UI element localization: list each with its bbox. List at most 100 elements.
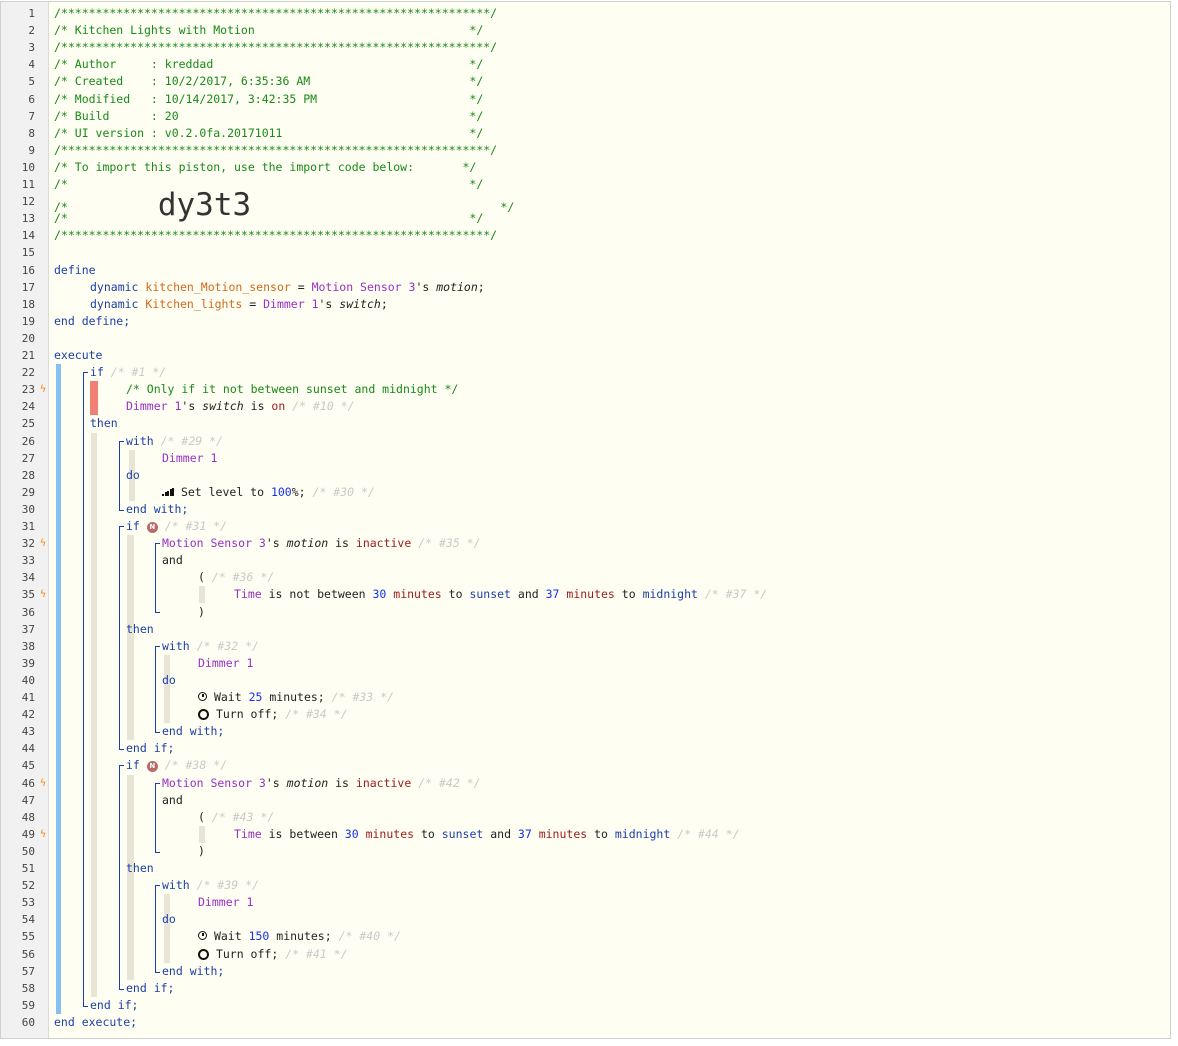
code-token: minutes xyxy=(559,587,615,602)
clock-icon xyxy=(198,931,207,941)
code-token: Motion Sensor 3 xyxy=(311,279,416,294)
line-number: 49 xyxy=(21,827,35,841)
code-token: end with; xyxy=(126,501,189,516)
line-number: 29 xyxy=(21,485,35,499)
code-line: with /* #32 */ xyxy=(162,638,259,655)
line-number: 16 xyxy=(21,263,35,277)
code-token: motion xyxy=(286,775,329,790)
code-token: /* #42 */ xyxy=(411,775,481,790)
condition-indicator xyxy=(90,381,98,416)
code-token: to xyxy=(587,826,615,841)
line-number: 40 xyxy=(21,673,35,687)
code-token: /* #30 */ xyxy=(312,484,375,499)
code-token: end define; xyxy=(54,313,131,328)
code-token: motion xyxy=(436,279,478,294)
code-token: Motion Sensor 3 xyxy=(162,775,266,790)
code-token: Turn off; xyxy=(215,707,286,722)
condition-bracket xyxy=(155,782,160,853)
code-token: is xyxy=(328,536,356,551)
code-line: end if; xyxy=(126,740,174,757)
code-token: /* #35 */ xyxy=(411,536,481,551)
code-line: /***************************************… xyxy=(54,5,497,22)
code-token: = xyxy=(290,279,312,294)
code-token: is not between xyxy=(261,587,373,602)
line-number: 36 xyxy=(21,605,35,619)
line-number: 28 xyxy=(21,468,35,482)
code-token: switch xyxy=(202,399,244,414)
line-number: 37 xyxy=(21,622,35,636)
line-number: 46 xyxy=(21,776,35,790)
code-token: 's xyxy=(318,296,340,311)
line-number: 22 xyxy=(21,366,35,380)
code-token: do xyxy=(162,912,176,927)
line-number: 25 xyxy=(21,417,35,431)
code-token: Time xyxy=(234,826,262,841)
line-number: 4 xyxy=(28,58,35,72)
code-token: Time xyxy=(234,587,262,602)
code-line: /* */ xyxy=(54,176,483,193)
line-number: 2 xyxy=(28,24,35,38)
code-line: /* Author : kreddad */ xyxy=(54,56,483,73)
lightning-bolt-icon: ϟ xyxy=(39,828,47,840)
code-token: with xyxy=(162,638,197,653)
code-token: end if; xyxy=(90,997,139,1012)
code-line: /* */ xyxy=(54,210,483,227)
code-token: Turn off; xyxy=(215,946,286,961)
code-token: Kitchen_lights xyxy=(145,296,243,311)
line-number: 14 xyxy=(21,229,35,243)
code-token: if xyxy=(90,365,111,380)
code-line: end if; xyxy=(126,980,174,997)
do-block-bar xyxy=(164,894,170,963)
code-token: /* #31 */ xyxy=(164,519,228,533)
code-token: Wait xyxy=(213,929,249,944)
line-number: 38 xyxy=(21,639,35,653)
line-number: 30 xyxy=(21,502,35,516)
line-number: 11 xyxy=(21,178,35,191)
code-token: and xyxy=(483,826,518,841)
code-token: if xyxy=(126,519,147,533)
code-token: end if; xyxy=(126,741,175,756)
new-badge-icon: N xyxy=(146,522,158,533)
line-number: 33 xyxy=(21,554,35,568)
code-token: then xyxy=(126,621,154,636)
code-token: and xyxy=(162,553,183,568)
code-line: do xyxy=(162,672,176,689)
if-block-bar xyxy=(127,774,134,980)
lightning-bolt-icon: ϟ xyxy=(39,777,47,789)
code-token: Dimmer 1 xyxy=(198,655,254,670)
code-token: motion xyxy=(286,536,329,551)
code-token: Wait xyxy=(213,690,249,704)
line-number: 23 xyxy=(21,383,35,397)
code-token: with xyxy=(126,433,161,448)
line-number: 20 xyxy=(21,331,35,345)
code-line: /* Only if it not between sunset and mid… xyxy=(126,381,458,398)
code-token: Motion Sensor 3 xyxy=(162,536,266,551)
code-token: minutes xyxy=(386,587,442,602)
code-token: /***************************************… xyxy=(54,228,498,243)
code-token: /* Created : 10/2/2017, 6:35:36 AM */ xyxy=(54,74,484,89)
line-number: 15 xyxy=(21,246,35,260)
if-bracket xyxy=(119,526,124,751)
code-line: Wait 25 minutes; /* #33 */ xyxy=(198,689,394,706)
code-token: = xyxy=(242,296,264,311)
piston-code-viewer: 1 2 3 4 5 6 7 8 9 10 11 12 13 14 15 16 17 18 19 20 21 22 23 ϟ 24… xyxy=(0,1,1171,1039)
power-off-icon xyxy=(198,948,209,960)
code-token: /* To import this piston, use the import… xyxy=(54,159,477,174)
line-number: 9 xyxy=(28,143,35,157)
line-number: 45 xyxy=(21,759,35,773)
group-block-bar xyxy=(199,825,205,843)
line-number: 13 xyxy=(21,212,35,226)
code-token: minutes; xyxy=(262,690,332,704)
code-line: /* Build : 20 */ xyxy=(54,108,483,125)
execute-block-bar xyxy=(56,364,61,1014)
code-token: ) xyxy=(198,604,205,619)
code-token: 37 xyxy=(517,826,532,841)
code-line: then xyxy=(126,860,154,877)
code-line: Motion Sensor 3's motion is inactive /* … xyxy=(162,535,481,552)
code-token: /* #34 */ xyxy=(285,707,348,722)
code-token: Set level to xyxy=(180,484,271,499)
code-token: /* #29 */ xyxy=(160,433,223,448)
code-token: 37 xyxy=(545,587,560,602)
code-token: ( xyxy=(198,809,212,824)
code-token: /***************************************… xyxy=(54,142,498,157)
